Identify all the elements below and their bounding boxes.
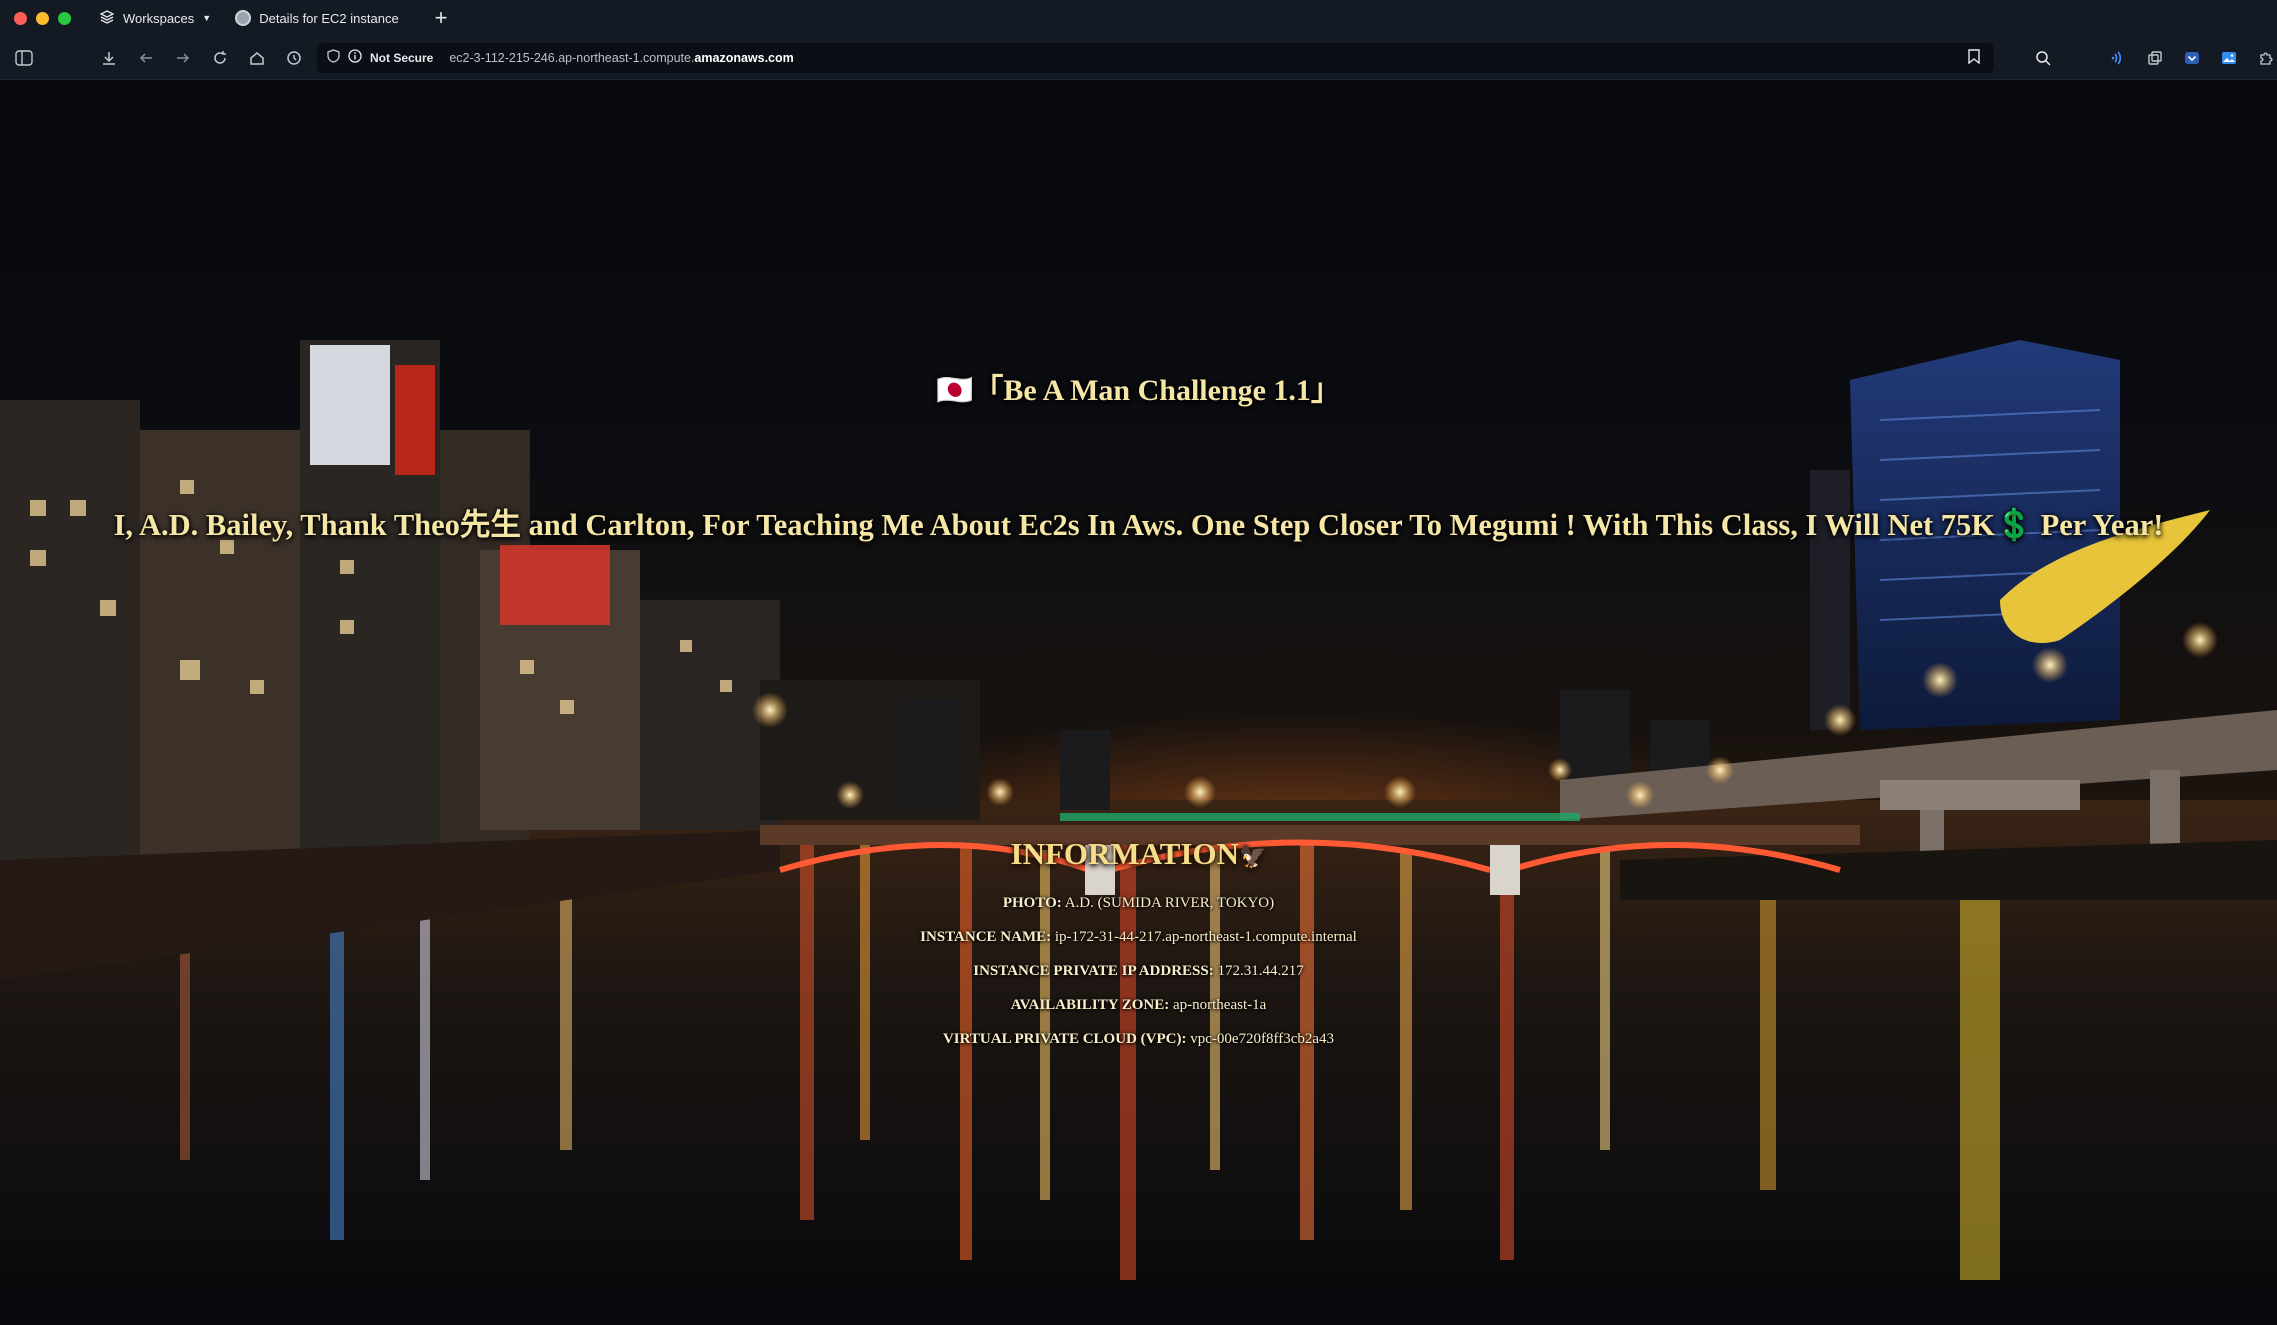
eagle-icon: 🦅 — [1239, 844, 1267, 869]
page-content: 🇯🇵「Be A Man Challenge 1.1」 I, A.D. Baile… — [0, 80, 2277, 1325]
page-viewport: 🇯🇵「Be A Man Challenge 1.1」 I, A.D. Baile… — [0, 80, 2277, 1325]
tab-bar: Workspaces ▼ Details for EC2 instance + — [0, 0, 2277, 36]
puzzle-icon — [2260, 51, 2273, 65]
history-button[interactable] — [283, 47, 305, 69]
japan-flag-icon: 🇯🇵 — [936, 374, 974, 407]
new-tab-button[interactable]: + — [435, 7, 448, 29]
thanks-message: I, A.D. Bailey, Thank Theo先生 and Carlton… — [113, 508, 2164, 542]
search-button[interactable] — [2032, 47, 2054, 69]
extension-reader-button[interactable] — [2107, 47, 2129, 69]
pocket-icon — [2185, 51, 2199, 64]
info-vpc: VIRTUAL PRIVATE CLOUD (VPC): vpc-00e720f… — [0, 1031, 2277, 1048]
back-button[interactable] — [135, 47, 157, 69]
arrow-right-icon — [177, 52, 190, 63]
extension-pocket-button[interactable] — [2181, 47, 2203, 69]
info-value: ap-northeast-1a — [1172, 997, 1267, 1013]
minimize-window-button[interactable] — [36, 11, 49, 25]
tab-title: Details for EC2 instance — [259, 10, 399, 26]
workspaces-menu[interactable]: Workspaces ▼ — [99, 9, 211, 28]
info-label: INSTANCE PRIVATE IP ADDRESS: — [973, 963, 1214, 979]
sound-wave-icon — [2111, 50, 2122, 65]
home-icon — [250, 51, 264, 65]
bookmark-icon[interactable] — [1968, 48, 1980, 67]
security-status[interactable]: Not Secure — [370, 51, 433, 65]
info-label: INSTANCE NAME: — [920, 929, 1052, 945]
window-controls — [14, 11, 71, 25]
forward-button[interactable] — [172, 47, 194, 69]
url-domain: amazonaws.com — [694, 50, 794, 65]
reload-icon — [214, 50, 226, 64]
home-button[interactable] — [246, 47, 268, 69]
maximize-window-button[interactable] — [58, 11, 71, 25]
downloads-button[interactable] — [98, 47, 120, 69]
info-value: A.D. (SUMIDA RIVER, TOKYO) — [1064, 895, 1275, 911]
url-prefix: ec2-3-112-215-246.ap-northeast-1.compute… — [449, 50, 695, 65]
url-text[interactable]: ec2-3-112-215-246.ap-northeast-1.compute… — [449, 51, 793, 65]
image-icon — [2222, 51, 2236, 64]
info-value: vpc-00e720f8ff3cb2a43 — [1190, 1031, 1335, 1047]
copy-icon — [2148, 50, 2162, 65]
workspaces-label: Workspaces — [123, 10, 195, 26]
history-icon — [287, 50, 301, 65]
globe-icon — [235, 10, 252, 26]
shield-icon[interactable] — [327, 49, 340, 66]
reload-button[interactable] — [209, 47, 231, 69]
close-window-button[interactable] — [14, 11, 27, 25]
layers-icon — [99, 9, 115, 28]
extension-photos-button[interactable] — [2218, 47, 2240, 69]
info-photo: PHOTO: A.D. (SUMIDA RIVER, TOKYO) — [0, 895, 2277, 912]
extension-tabs-button[interactable] — [2144, 47, 2166, 69]
information-title: INFORMATION — [1010, 836, 1240, 871]
sidebar-toggle-button[interactable] — [13, 47, 35, 69]
search-icon — [2036, 50, 2051, 66]
information-heading: INFORMATION🦅 — [0, 836, 2277, 872]
chevron-down-icon: ▼ — [202, 13, 212, 23]
info-availability-zone: AVAILABILITY ZONE: ap-northeast-1a — [0, 997, 2277, 1014]
toolbar: Not Secure ec2-3-112-215-246.ap-northeas… — [0, 36, 2277, 80]
info-label: AVAILABILITY ZONE: — [1010, 997, 1170, 1013]
address-bar[interactable]: Not Secure ec2-3-112-215-246.ap-northeas… — [317, 42, 1994, 73]
arrow-left-icon — [139, 52, 152, 63]
download-icon — [103, 51, 115, 65]
challenge-title: 「Be A Man Challenge 1.1」 — [973, 374, 1341, 407]
extensions-button[interactable] — [2255, 47, 2277, 69]
info-value: ip-172-31-44-217.ap-northeast-1.compute.… — [1054, 929, 1357, 945]
sidebar-icon — [15, 49, 33, 66]
info-label: PHOTO: — [1002, 895, 1062, 911]
info-value: 172.31.44.217 — [1217, 963, 1304, 979]
tab-ec2-details[interactable]: Details for EC2 instance — [235, 10, 399, 26]
info-icon[interactable] — [348, 49, 362, 66]
challenge-heading: 🇯🇵「Be A Man Challenge 1.1」 — [0, 365, 2277, 409]
info-instance-name: INSTANCE NAME: ip-172-31-44-217.ap-north… — [0, 929, 2277, 946]
info-label: VIRTUAL PRIVATE CLOUD (VPC): — [942, 1031, 1187, 1047]
info-private-ip: INSTANCE PRIVATE IP ADDRESS: 172.31.44.2… — [0, 963, 2277, 980]
